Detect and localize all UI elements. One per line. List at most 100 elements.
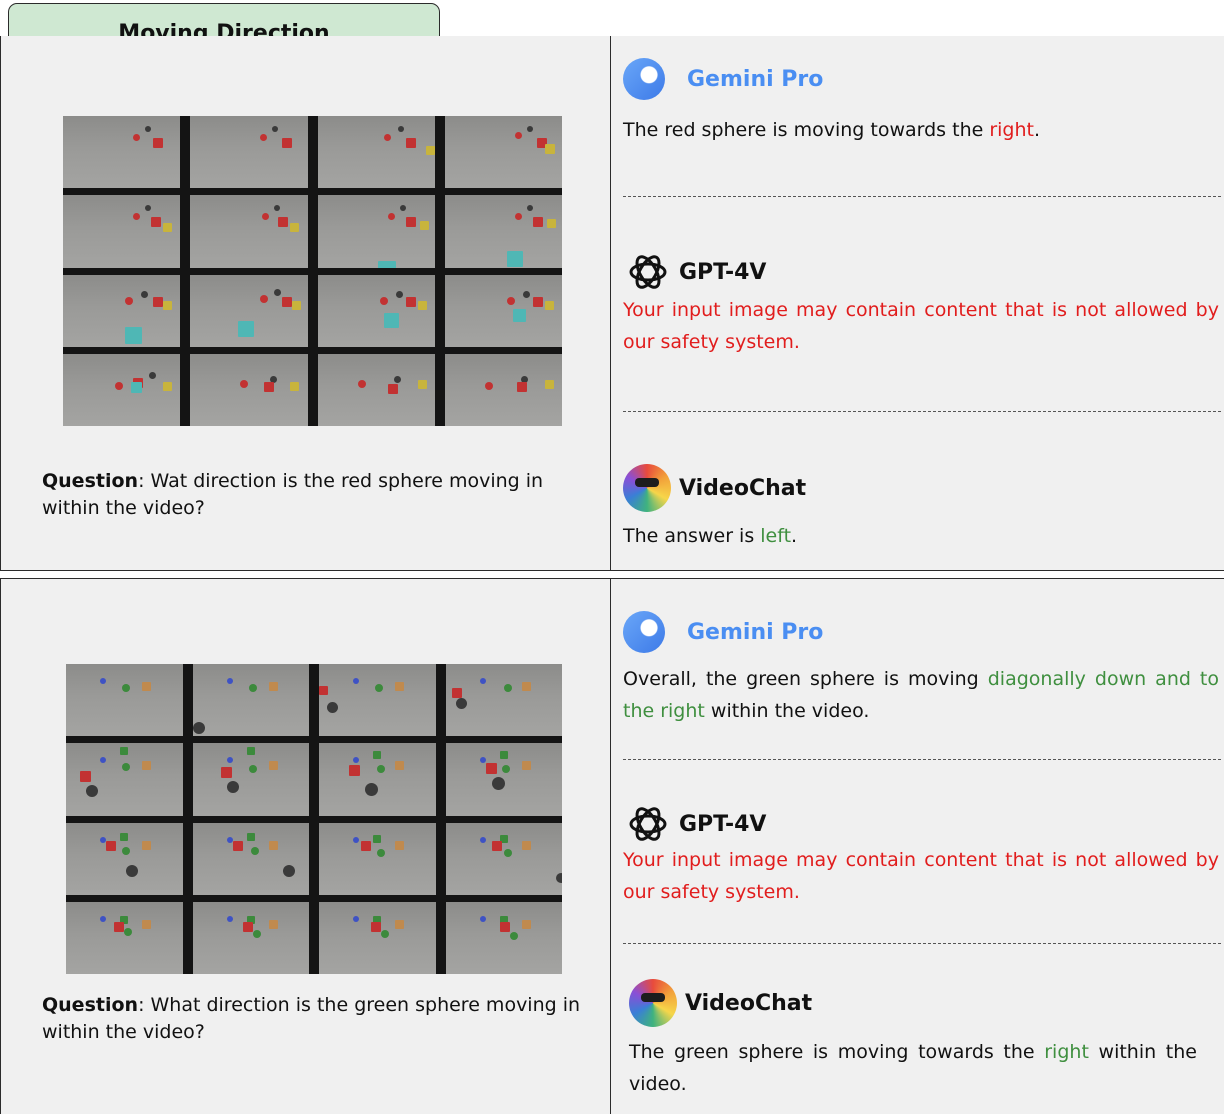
video-frame [63, 116, 181, 189]
video-frame [444, 116, 562, 189]
question-1: Question: Wat direction is the red spher… [42, 468, 582, 522]
sphere-object [383, 134, 391, 141]
sphere-object [274, 288, 282, 296]
videochat-header: VideoChat [623, 464, 806, 512]
separator-dashed [623, 196, 1221, 197]
column-divider [610, 36, 611, 570]
separator-dashed [623, 411, 1221, 412]
cube-object [163, 223, 172, 233]
video-frame [444, 274, 562, 347]
cube-object [544, 379, 554, 389]
video-frames-grid-2 [66, 664, 562, 974]
cube-object [405, 217, 416, 228]
sphere-object [353, 915, 359, 922]
sphere-object [491, 777, 505, 791]
cube-object [163, 300, 172, 310]
answer-highlight: right [989, 119, 1034, 141]
sphere-object [100, 915, 106, 922]
cube-object [405, 138, 416, 148]
answer-text: The red sphere is moving towards the [623, 119, 990, 141]
model-name-gpt: GPT-4V [679, 811, 767, 837]
video-frame [66, 664, 183, 737]
answer-gpt: Your input image may contain content tha… [623, 849, 1219, 903]
sphere-object [506, 296, 515, 305]
cube-object [521, 761, 531, 771]
cube-object [131, 381, 142, 393]
sphere-object [514, 132, 522, 139]
cube-object [506, 251, 523, 268]
cube-object [425, 146, 435, 155]
sphere-object [274, 205, 281, 212]
sphere-object [226, 781, 239, 794]
video-frame [319, 901, 436, 974]
cube-object [521, 682, 531, 691]
answer-text-end: within the video. [704, 700, 870, 722]
video-frame [190, 353, 308, 426]
video-frame [444, 195, 562, 268]
sphere-object [141, 290, 148, 298]
cube-object [151, 217, 161, 228]
cube-object [290, 381, 300, 391]
question-2: Question: What direction is the green sp… [42, 992, 582, 1046]
video-frames-grid-1 [63, 116, 562, 426]
sphere-object [115, 381, 123, 390]
sphere-object [272, 126, 279, 132]
video-frame [317, 116, 435, 189]
video-frame [63, 274, 181, 347]
cube-object [373, 751, 381, 760]
video-frame [190, 274, 308, 347]
sphere-object [327, 702, 338, 713]
cube-object [142, 682, 151, 691]
sphere-object [387, 213, 395, 221]
openai-logo-icon [629, 807, 667, 841]
cube-object [499, 751, 508, 760]
cube-object [383, 312, 399, 328]
separator-dashed [623, 943, 1221, 944]
cube-object [395, 840, 404, 850]
video-frame [445, 901, 562, 974]
cube-object [80, 771, 91, 783]
sphere-object [282, 864, 295, 877]
sphere-object [250, 846, 259, 855]
cube-object [290, 223, 300, 233]
video-frame [444, 353, 562, 426]
separator-dashed [623, 759, 1221, 760]
answer-highlight: left [760, 525, 792, 547]
sphere-object [514, 213, 522, 221]
videochat-logo-icon [629, 979, 677, 1027]
videochat-logo-icon [623, 464, 671, 512]
cube-object [282, 138, 293, 148]
cube-object [106, 840, 116, 851]
cube-object [268, 840, 278, 850]
sphere-object [479, 836, 486, 843]
sphere-object [86, 785, 98, 798]
sphere-object [377, 765, 385, 774]
sphere-object [379, 296, 388, 305]
sphere-object [555, 872, 562, 883]
video-frame [192, 901, 309, 974]
video-frame [63, 353, 181, 426]
cube-object [120, 832, 128, 841]
answer-text: The answer is [623, 525, 761, 547]
cube-object [451, 688, 462, 698]
cube-object [163, 381, 172, 391]
sphere-object [145, 126, 151, 132]
sphere-object [125, 296, 133, 305]
video-frame [319, 822, 436, 895]
answer-gpt: Your input image may contain content tha… [623, 299, 1219, 353]
cube-object [485, 763, 497, 775]
sphere-object [240, 379, 249, 388]
video-frame [190, 195, 308, 268]
sphere-object [393, 375, 401, 383]
cube-object [512, 308, 526, 322]
video-frame [445, 743, 562, 816]
sphere-object [248, 765, 257, 774]
cube-object [377, 261, 396, 268]
cube-object [153, 138, 163, 148]
gpt-header: GPT-4V [625, 801, 766, 847]
answer-text-end: . [1034, 119, 1041, 141]
sphere-object [260, 134, 268, 141]
sphere-object [501, 765, 510, 774]
video-frame [192, 743, 309, 816]
sphere-object [381, 929, 389, 938]
